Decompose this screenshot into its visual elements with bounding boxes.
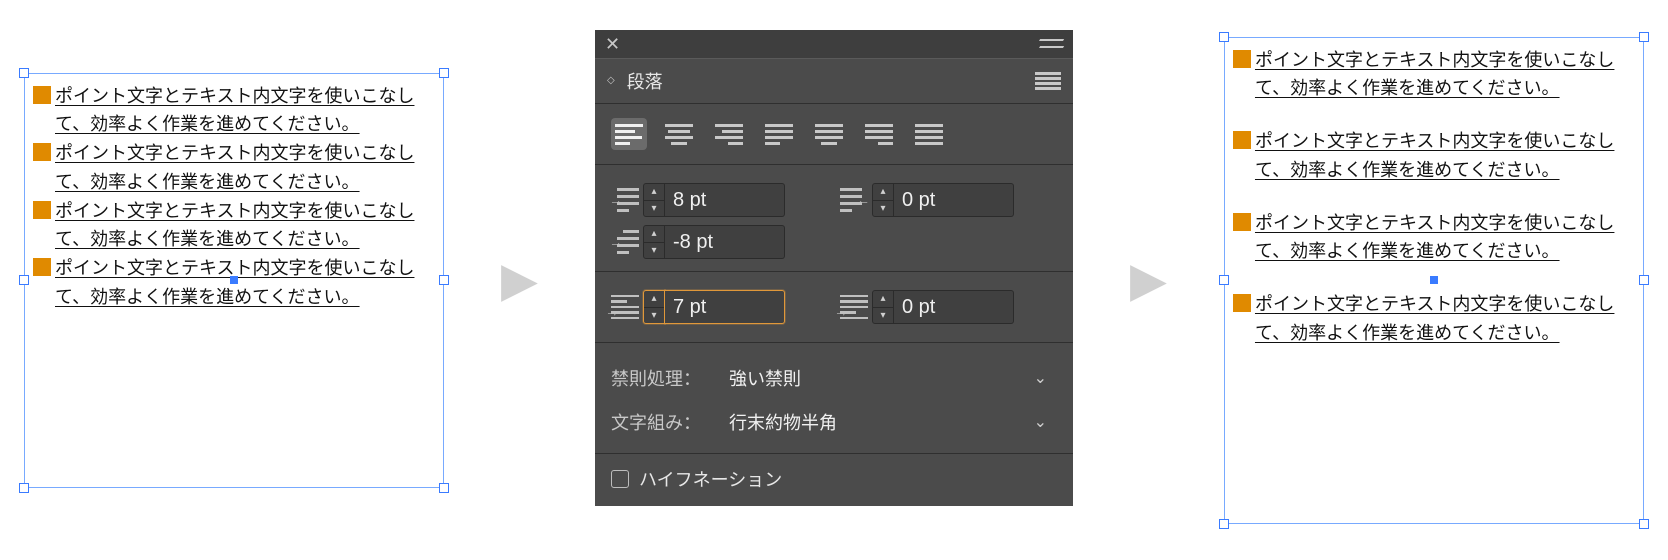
align-left-button[interactable] xyxy=(611,118,647,150)
bullet-icon xyxy=(33,201,51,219)
panel-menu-icon[interactable] xyxy=(1035,72,1061,90)
list-text: ポイント文字とテキスト内文字を使いこなして、効率よく作業を進めてください。 xyxy=(55,82,435,140)
list-text: ポイント文字とテキスト内文字を使いこなして、効率よく作業を進めてください。 xyxy=(55,254,435,312)
text-frame-before[interactable]: ポイント文字とテキスト内文字を使いこなして、効率よく作業を進めてください。 ポイ… xyxy=(24,73,444,488)
align-right-button[interactable] xyxy=(711,118,747,150)
text-frame-after[interactable]: ポイント文字とテキスト内文字を使いこなして、効率よく作業を進めてください。 ポイ… xyxy=(1224,37,1644,524)
align-center-button[interactable] xyxy=(661,118,697,150)
list-item: ポイント文字とテキスト内文字を使いこなして、効率よく作業を進めてください。 xyxy=(33,82,435,140)
resize-handle[interactable] xyxy=(1219,519,1229,529)
list-item: ポイント文字とテキスト内文字を使いこなして、効率よく作業を進めてください。 xyxy=(1233,46,1635,104)
resize-handle[interactable] xyxy=(1639,519,1649,529)
mojikumi-label: 文字組み： xyxy=(611,409,707,435)
mojikumi-select[interactable]: 行末約物半角 ⌄ xyxy=(719,405,1057,439)
list-text: ポイント文字とテキスト内文字を使いこなして、効率よく作業を進めてください。 xyxy=(55,197,435,255)
bullet-icon xyxy=(1233,213,1251,231)
space-before-icon: → xyxy=(611,293,639,321)
first-line-indent-icon: → xyxy=(611,228,639,256)
center-handle[interactable] xyxy=(1430,276,1438,284)
stepper-nudge[interactable]: ▴▾ xyxy=(643,290,665,324)
chevron-down-icon: ⌄ xyxy=(1034,412,1047,432)
list-item: ポイント文字とテキスト内文字を使いこなして、効率よく作業を進めてください。 xyxy=(1233,127,1635,185)
kinsoku-label: 禁則処理： xyxy=(611,365,707,391)
center-handle[interactable] xyxy=(230,276,238,284)
bullet-icon xyxy=(1233,131,1251,149)
resize-handle[interactable] xyxy=(439,68,449,78)
list-text: ポイント文字とテキスト内文字を使いこなして、効率よく作業を進めてください。 xyxy=(1255,46,1635,104)
bullet-icon xyxy=(1233,294,1251,312)
list-text: ポイント文字とテキスト内文字を使いこなして、効率よく作業を進めてください。 xyxy=(1255,209,1635,267)
justify-right-button[interactable] xyxy=(861,118,897,150)
justify-center-button[interactable] xyxy=(811,118,847,150)
indent-right-icon: ← xyxy=(840,186,868,214)
space-before-input[interactable] xyxy=(665,290,785,324)
arrow-right-icon: ▶ xyxy=(491,252,548,308)
indent-left-icon: → xyxy=(611,186,639,214)
first-line-indent-input[interactable] xyxy=(665,225,785,259)
grip-icon: ◇ xyxy=(607,76,615,86)
space-after-field: → ▴▾ xyxy=(840,290,1057,324)
stepper-nudge[interactable]: ▴▾ xyxy=(643,225,665,259)
paragraph-panel: ✕ ◇ 段落 xyxy=(595,30,1073,506)
list-text: ポイント文字とテキスト内文字を使いこなして、効率よく作業を進めてください。 xyxy=(1255,290,1635,348)
resize-handle[interactable] xyxy=(19,275,29,285)
list-text: ポイント文字とテキスト内文字を使いこなして、効率よく作業を進めてください。 xyxy=(1255,127,1635,185)
list-item: ポイント文字とテキスト内文字を使いこなして、効率よく作業を進めてください。 xyxy=(33,197,435,255)
space-after-input[interactable] xyxy=(894,290,1014,324)
resize-handle[interactable] xyxy=(19,483,29,493)
hyphenation-checkbox[interactable]: ハイフネーション xyxy=(611,466,1057,492)
space-after-icon: → xyxy=(840,293,868,321)
stepper-nudge[interactable]: ▴▾ xyxy=(872,290,894,324)
kinsoku-value: 強い禁則 xyxy=(729,365,801,391)
collapse-icon[interactable] xyxy=(1039,39,1063,49)
first-line-indent-field: → ▴▾ xyxy=(611,225,828,259)
justify-left-button[interactable] xyxy=(761,118,797,150)
indent-right-field: ← ▴▾ xyxy=(840,183,1057,217)
indent-left-input[interactable] xyxy=(665,183,785,217)
resize-handle[interactable] xyxy=(1639,32,1649,42)
list-item: ポイント文字とテキスト内文字を使いこなして、効率よく作業を進めてください。 xyxy=(1233,290,1635,348)
list-text: ポイント文字とテキスト内文字を使いこなして、効率よく作業を進めてください。 xyxy=(55,139,435,197)
panel-tab[interactable]: ◇ 段落 xyxy=(595,58,1073,104)
resize-handle[interactable] xyxy=(439,275,449,285)
resize-handle[interactable] xyxy=(19,68,29,78)
panel-title: 段落 xyxy=(627,68,663,94)
bullet-icon xyxy=(33,258,51,276)
checkbox-box[interactable] xyxy=(611,470,629,488)
resize-handle[interactable] xyxy=(1219,32,1229,42)
bullet-icon xyxy=(33,143,51,161)
space-before-field: → ▴▾ xyxy=(611,290,828,324)
panel-titlebar[interactable]: ✕ xyxy=(595,30,1073,58)
indent-right-input[interactable] xyxy=(894,183,1014,217)
bullet-icon xyxy=(1233,50,1251,68)
resize-handle[interactable] xyxy=(439,483,449,493)
list-item: ポイント文字とテキスト内文字を使いこなして、効率よく作業を進めてください。 xyxy=(33,139,435,197)
bullet-icon xyxy=(33,86,51,104)
close-icon[interactable]: ✕ xyxy=(605,35,620,53)
hyphenation-label: ハイフネーション xyxy=(639,466,782,492)
arrow-right-icon: ▶ xyxy=(1120,252,1177,308)
indent-left-field: → ▴▾ xyxy=(611,183,828,217)
mojikumi-value: 行末約物半角 xyxy=(729,409,837,435)
stepper-nudge[interactable]: ▴▾ xyxy=(872,183,894,217)
justify-all-button[interactable] xyxy=(911,118,947,150)
resize-handle[interactable] xyxy=(1219,275,1229,285)
list-item: ポイント文字とテキスト内文字を使いこなして、効率よく作業を進めてください。 xyxy=(1233,209,1635,267)
kinsoku-select[interactable]: 強い禁則 ⌄ xyxy=(719,361,1057,395)
resize-handle[interactable] xyxy=(1639,275,1649,285)
chevron-down-icon: ⌄ xyxy=(1034,368,1047,388)
stepper-nudge[interactable]: ▴▾ xyxy=(643,183,665,217)
